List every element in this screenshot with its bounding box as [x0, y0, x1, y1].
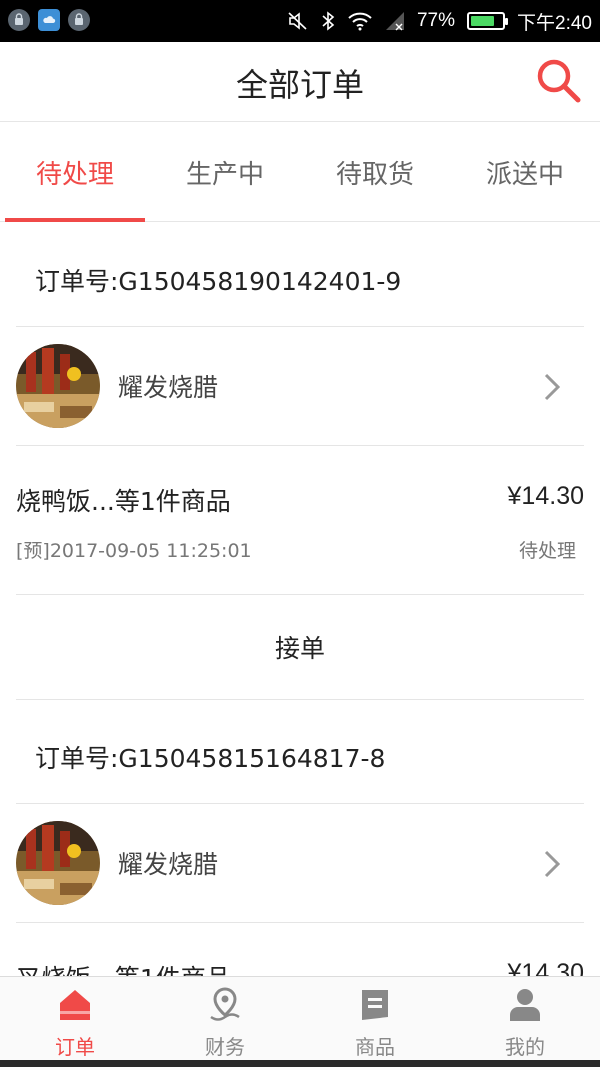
search-button[interactable]: [534, 56, 584, 106]
order-item-row[interactable]: 叉烧饭...等1件商品 ¥14.30: [0, 923, 600, 976]
order-number: 订单号:G150458190142401-9: [35, 266, 402, 296]
weather-icon: [38, 9, 60, 31]
order-status-tabs: 待处理 生产中 待取货 派送中: [0, 122, 600, 222]
tab-delivering[interactable]: 派送中: [450, 122, 600, 222]
battery-level: [471, 16, 495, 26]
clock: 下午2:40: [517, 12, 592, 34]
order-card: 订单号:G150458190142401-9 耀发烧腊 烧鸭饭...等1件商品 …: [0, 223, 600, 700]
item-summary: 叉烧饭...等1件商品: [16, 959, 231, 976]
shop-row[interactable]: 耀发烧腊: [0, 327, 600, 445]
bottom-nav: 订单 财务 商品 我的: [0, 976, 600, 1067]
screen-edge: [0, 1060, 600, 1067]
shop-avatar: [16, 344, 100, 428]
order-status: 待处理: [518, 540, 576, 562]
order-date: [预]2017-09-05 11:25:01: [16, 540, 252, 562]
nav-orders[interactable]: 订单: [0, 977, 150, 1067]
shop-avatar: [16, 821, 100, 905]
app-notification-icon: [68, 9, 90, 31]
order-list[interactable]: 订单号:G150458190142401-9 耀发烧腊 烧鸭饭...等1件商品 …: [0, 223, 600, 976]
shop-row[interactable]: 耀发烧腊: [0, 804, 600, 922]
app-notification-icon: [8, 9, 30, 31]
page-title: 全部订单: [235, 66, 364, 104]
chevron-right-icon: [544, 850, 560, 878]
shop-name: 耀发烧腊: [118, 373, 219, 402]
tab-awaiting-pickup[interactable]: 待取货: [300, 122, 450, 222]
order-price: ¥14.30: [507, 482, 584, 510]
tab-in-production[interactable]: 生产中: [150, 122, 300, 222]
nav-products[interactable]: 商品: [300, 977, 450, 1067]
order-number: 订单号:G15045815164817-8: [35, 743, 386, 773]
status-bar: 77% 下午2:40: [0, 0, 600, 42]
shop-name: 耀发烧腊: [118, 850, 219, 879]
nav-profile[interactable]: 我的: [450, 977, 600, 1067]
search-icon: [537, 59, 581, 103]
mute-icon: [288, 12, 307, 30]
order-price: ¥14.30: [507, 959, 584, 976]
wifi-icon: [348, 12, 372, 31]
order-card: 订单号:G15045815164817-8 耀发烧腊 ¥14.30: [0, 700, 600, 976]
nav-label: 商品: [355, 1035, 395, 1059]
signal-icon: [385, 12, 404, 31]
app-header: 全部订单: [0, 42, 600, 122]
home-icon: [60, 990, 90, 1020]
order-item-row[interactable]: 烧鸭饭...等1件商品 ¥14.30 [预]2017-09-05 11:25:0…: [0, 446, 600, 594]
nav-label: 订单: [55, 1035, 95, 1059]
nav-label: 我的: [505, 1035, 545, 1059]
user-icon: [510, 989, 540, 1021]
document-icon: [362, 990, 388, 1020]
nav-label: 财务: [205, 1035, 245, 1059]
location-pin-icon: [210, 987, 240, 1021]
nav-finance[interactable]: 财务: [150, 977, 300, 1067]
battery-percent: 77%: [416, 10, 456, 31]
accept-order-button[interactable]: 接单: [0, 595, 600, 699]
battery-icon: [467, 12, 509, 30]
bluetooth-icon: [322, 11, 335, 31]
tab-pending[interactable]: 待处理: [0, 122, 150, 222]
chevron-right-icon: [544, 373, 560, 401]
item-summary: 烧鸭饭...等1件商品: [16, 487, 231, 516]
